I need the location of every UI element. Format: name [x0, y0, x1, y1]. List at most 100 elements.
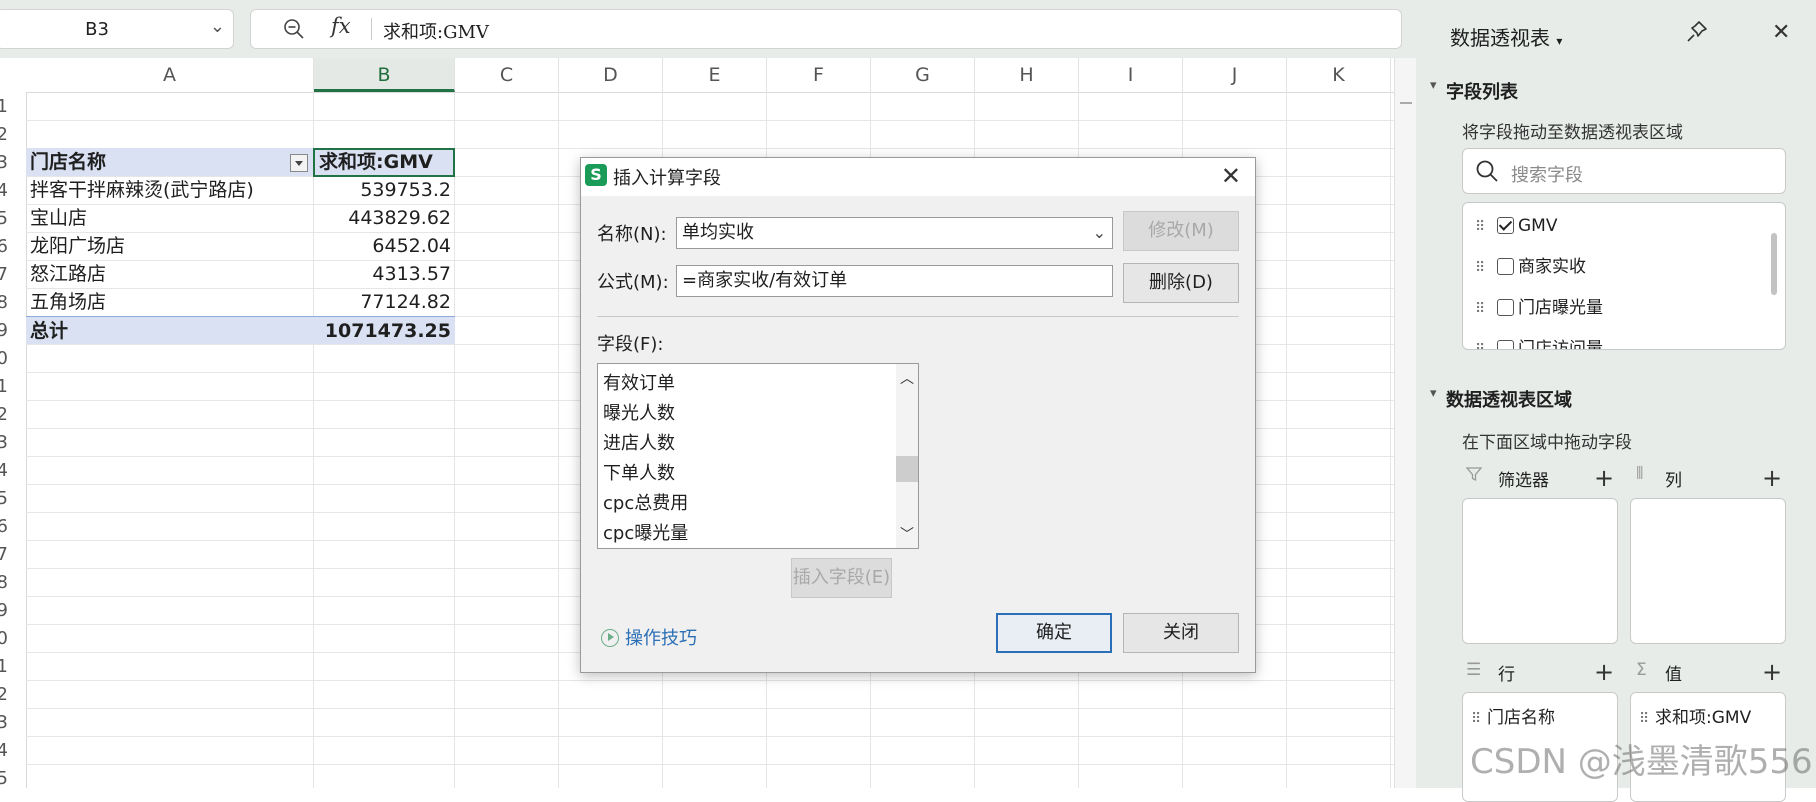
column-header-f[interactable]: F	[767, 58, 871, 92]
field-item-store-exposure[interactable]: ⠿ 门店曝光量	[1475, 295, 1603, 321]
pivot-total-label[interactable]: 总计	[26, 316, 314, 344]
column-header-h[interactable]: H	[975, 58, 1079, 92]
column-header-d[interactable]: D	[559, 58, 663, 92]
list-item[interactable]: 有效订单	[603, 369, 675, 395]
add-row-icon[interactable]: +	[1594, 660, 1614, 684]
pivot-row-gmv[interactable]: 4313.57	[314, 260, 455, 288]
field-item-store-visits[interactable]: ⠿ 门店访问量	[1475, 336, 1603, 349]
pivot-header-store[interactable]: 门店名称	[26, 148, 314, 176]
row-field-chip[interactable]: ⠿ 门店名称	[1471, 703, 1555, 728]
pivot-row-store[interactable]: 拌客干拌麻辣烫(武宁路店)	[30, 176, 314, 204]
column-header-c[interactable]: C	[455, 58, 559, 92]
value-field-chip[interactable]: ⠿ 求和项:GMV	[1639, 703, 1751, 728]
checkbox[interactable]	[1497, 258, 1514, 275]
list-item[interactable]: cpc曝光量	[603, 519, 688, 545]
name-combobox[interactable]: 单均实收 ⌄	[676, 217, 1113, 249]
chevron-up-icon[interactable]: ︿	[900, 368, 914, 388]
formula-field[interactable]: =商家实收/有效订单	[676, 265, 1113, 297]
ok-button[interactable]: 确定	[996, 613, 1112, 653]
row-header-8[interactable]: 8	[0, 292, 8, 313]
pin-icon[interactable]	[1686, 20, 1708, 50]
tips-link[interactable]: 操作技巧	[601, 624, 697, 650]
close-button[interactable]: 关闭	[1123, 613, 1239, 653]
chevron-down-icon[interactable]: ﹀	[900, 524, 914, 544]
pivot-row-gmv[interactable]: 77124.82	[314, 288, 455, 316]
row-header-12[interactable]: 12	[0, 404, 8, 425]
field-item-gmv[interactable]: ⠿ GMV	[1475, 213, 1557, 239]
row-header-9[interactable]: 9	[0, 320, 8, 341]
drag-handle-icon[interactable]: ⠿	[1471, 711, 1483, 727]
column-header-i[interactable]: I	[1079, 58, 1183, 92]
column-header-e[interactable]: E	[663, 58, 767, 92]
add-value-icon[interactable]: +	[1762, 660, 1782, 684]
row-header-25[interactable]: 25	[0, 768, 8, 789]
list-item[interactable]: cpc总费用	[603, 489, 688, 515]
checkbox-checked[interactable]	[1497, 217, 1514, 234]
row-header-3[interactable]: 3	[0, 152, 8, 173]
row-header-17[interactable]: 17	[0, 544, 8, 565]
column-header-j[interactable]: J	[1183, 58, 1287, 92]
delete-button[interactable]: 删除(D)	[1123, 263, 1239, 303]
drag-handle-icon[interactable]: ⠿	[1475, 214, 1487, 240]
row-header-15[interactable]: 15	[0, 488, 8, 509]
checkbox[interactable]	[1497, 299, 1514, 316]
zoom-icon[interactable]	[283, 18, 305, 40]
pivot-row-gmv[interactable]: 539753.2	[314, 176, 455, 204]
drag-handle-icon[interactable]: ⠿	[1475, 337, 1487, 349]
column-header-b[interactable]: B	[314, 58, 455, 92]
chevron-down-icon[interactable]: ⌄	[210, 16, 225, 37]
column-drop-zone[interactable]	[1630, 498, 1786, 644]
filter-drop-zone[interactable]	[1462, 498, 1618, 644]
formula-input[interactable]: fx 求和项:GMV	[250, 9, 1402, 49]
field-list[interactable]: ⠿ GMV ⠿ 商家实收 ⠿ 门店曝光量 ⠿ 门店访问量	[1462, 202, 1786, 350]
field-list-scrollbar[interactable]	[1771, 233, 1777, 295]
row-header-22[interactable]: 22	[0, 684, 8, 705]
row-header-11[interactable]: 11	[0, 376, 8, 397]
scroll-thumb[interactable]	[896, 456, 918, 482]
close-icon[interactable]: ✕	[1772, 20, 1790, 45]
row-header-16[interactable]: 16	[0, 516, 8, 537]
list-item[interactable]: 曝光人数	[603, 399, 675, 425]
pivot-total-gmv[interactable]: 1071473.25	[314, 316, 455, 344]
field-item-merchant-income[interactable]: ⠿ 商家实收	[1475, 254, 1586, 280]
row-header-5[interactable]: 5	[0, 208, 8, 229]
pivot-row-gmv[interactable]: 6452.04	[314, 232, 455, 260]
row-header-7[interactable]: 7	[0, 264, 8, 285]
pivot-row-store[interactable]: 五角场店	[30, 288, 314, 316]
row-header-21[interactable]: 21	[0, 656, 8, 677]
row-header-24[interactable]: 24	[0, 740, 8, 761]
list-item[interactable]: 进店人数	[603, 429, 675, 455]
chevron-down-icon[interactable]: ⌄	[1093, 218, 1106, 248]
row-header-4[interactable]: 4	[0, 180, 8, 201]
dialog-titlebar[interactable]: S 插入计算字段 ✕	[581, 158, 1255, 196]
row-header-23[interactable]: 23	[0, 712, 8, 733]
row-header-1[interactable]: 1	[0, 96, 8, 117]
row-header-20[interactable]: 20	[0, 628, 8, 649]
row-header-10[interactable]: 10	[0, 348, 8, 369]
pivot-row-gmv[interactable]: 443829.62	[314, 204, 455, 232]
drag-handle-icon[interactable]: ⠿	[1475, 255, 1487, 281]
row-header-6[interactable]: 6	[0, 236, 8, 257]
caret-down-icon[interactable]: ▾	[1556, 34, 1562, 48]
column-header-k[interactable]: K	[1287, 58, 1391, 92]
column-header-a[interactable]: A	[26, 58, 314, 92]
add-filter-icon[interactable]: +	[1594, 466, 1614, 490]
row-header-19[interactable]: 19	[0, 600, 8, 621]
row-header-2[interactable]: 2	[0, 124, 8, 145]
insert-field-button[interactable]: 插入字段(E)	[791, 558, 892, 598]
fx-icon[interactable]: fx	[331, 14, 351, 38]
pane-title[interactable]: 数据透视表 ▾	[1450, 22, 1562, 51]
pivot-row-store[interactable]: 怒江路店	[30, 260, 314, 288]
add-column-icon[interactable]: +	[1762, 466, 1782, 490]
row-header-18[interactable]: 18	[0, 572, 8, 593]
pivot-row-store[interactable]: 龙阳广场店	[30, 232, 314, 260]
list-item[interactable]: 下单人数	[603, 459, 675, 485]
vertical-scrollbar[interactable]	[1394, 58, 1417, 788]
formula-text[interactable]: 求和项:GMV	[383, 18, 489, 44]
row-header-14[interactable]: 14	[0, 460, 8, 481]
name-box[interactable]: B3 ⌄	[0, 9, 234, 49]
close-icon[interactable]: ✕	[1221, 162, 1241, 190]
list-scrollbar[interactable]: ︿ ﹀	[896, 364, 918, 548]
modify-button[interactable]: 修改(M)	[1123, 211, 1239, 251]
drag-handle-icon[interactable]: ⠿	[1475, 296, 1487, 322]
